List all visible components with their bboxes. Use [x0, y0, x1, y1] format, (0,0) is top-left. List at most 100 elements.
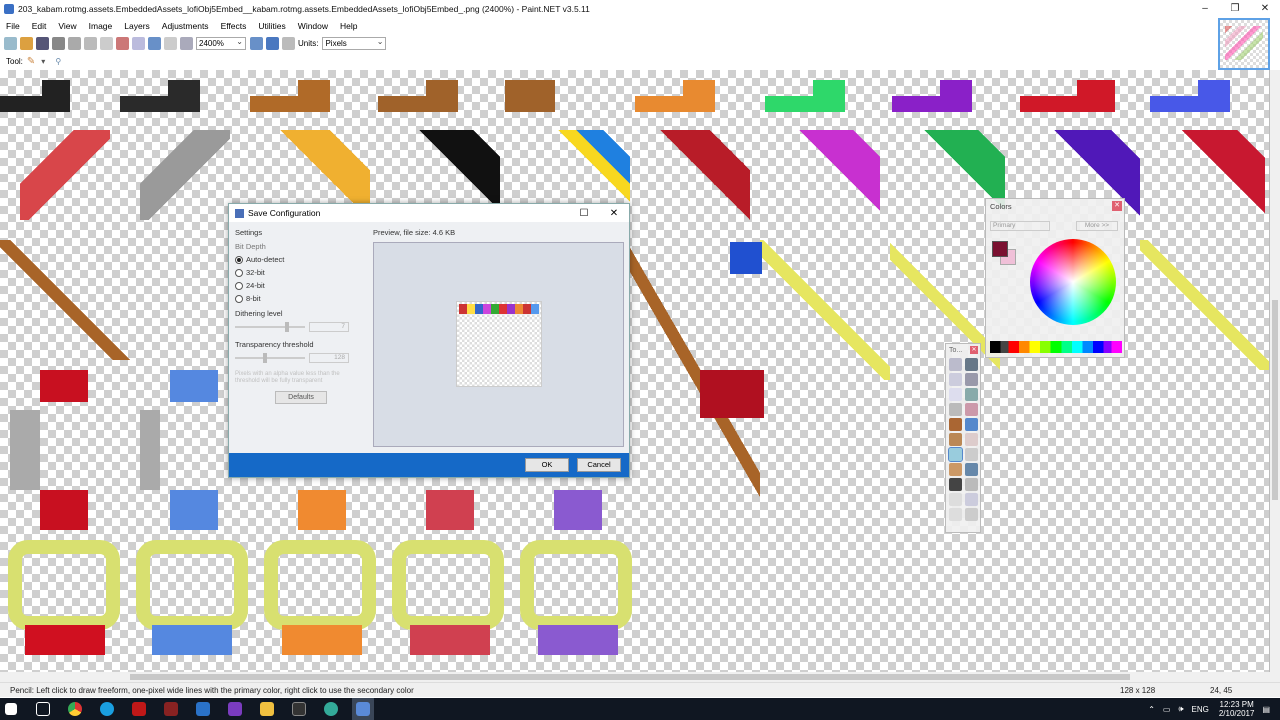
- blend-mode-icon[interactable]: ⚲: [55, 57, 61, 66]
- paint-net-taskbar-icon[interactable]: [352, 698, 374, 720]
- menu-view[interactable]: View: [52, 21, 82, 31]
- cut-icon[interactable]: [68, 36, 81, 50]
- slider-thumb[interactable]: [285, 322, 289, 332]
- recolor-icon[interactable]: [949, 463, 962, 476]
- chrome-icon[interactable]: [64, 698, 86, 720]
- zoom-out-icon[interactable]: [180, 36, 193, 50]
- color-palette[interactable]: [990, 341, 1122, 353]
- visual-studio-icon[interactable]: [224, 698, 246, 720]
- ruler-icon[interactable]: [282, 36, 295, 50]
- line-icon[interactable]: [965, 478, 978, 491]
- notifications-icon[interactable]: ▤: [1262, 705, 1270, 714]
- defaults-button[interactable]: Defaults: [275, 391, 327, 404]
- clone-stamp-icon[interactable]: [965, 448, 978, 461]
- print-icon[interactable]: [52, 36, 65, 50]
- maximize-icon[interactable]: ☐: [569, 208, 599, 219]
- eraser-icon[interactable]: [965, 433, 978, 446]
- paintbrush-icon[interactable]: [949, 433, 962, 446]
- file-explorer-icon[interactable]: [256, 698, 278, 720]
- flash-icon[interactable]: [128, 698, 150, 720]
- image-thumbnail[interactable]: [1218, 18, 1270, 70]
- gradient-icon[interactable]: [965, 418, 978, 431]
- menu-layers[interactable]: Layers: [118, 21, 156, 31]
- chevron-down-icon[interactable]: ▾: [41, 57, 45, 66]
- start-button[interactable]: [0, 698, 22, 720]
- zoom-combobox[interactable]: 2400%: [196, 36, 246, 50]
- game-icon[interactable]: [160, 698, 182, 720]
- zoom-in-icon[interactable]: [250, 36, 263, 50]
- open-icon[interactable]: [20, 36, 33, 50]
- close-button[interactable]: ✕: [1250, 0, 1280, 18]
- slider-thumb[interactable]: [263, 353, 267, 363]
- minimize-button[interactable]: –: [1190, 0, 1220, 18]
- menu-effects[interactable]: Effects: [215, 21, 253, 31]
- pan-icon[interactable]: [965, 403, 978, 416]
- scrollbar-thumb[interactable]: [130, 674, 1130, 680]
- close-icon[interactable]: ✕: [1112, 201, 1122, 211]
- primary-select[interactable]: Primary: [990, 221, 1050, 231]
- store-icon[interactable]: [192, 698, 214, 720]
- app-icon[interactable]: [320, 698, 342, 720]
- magic-wand-icon[interactable]: [949, 403, 962, 416]
- freeform-shape-icon[interactable]: [965, 508, 978, 521]
- close-icon[interactable]: ✕: [599, 208, 629, 219]
- language-indicator[interactable]: ENG: [1192, 705, 1209, 714]
- clock[interactable]: 12:23 PM 2/10/2017: [1219, 700, 1255, 718]
- paste-icon[interactable]: [100, 36, 113, 50]
- redo-icon[interactable]: [164, 36, 177, 50]
- paint-bucket-icon[interactable]: [949, 418, 962, 431]
- dithering-slider[interactable]: 7: [235, 322, 365, 332]
- transparency-value[interactable]: 128: [309, 353, 349, 363]
- menu-edit[interactable]: Edit: [26, 21, 53, 31]
- cancel-button[interactable]: Cancel: [577, 458, 621, 472]
- image-canvas[interactable]: [0, 70, 1270, 682]
- vertical-scrollbar[interactable]: [1270, 70, 1280, 682]
- new-icon[interactable]: [4, 36, 17, 50]
- network-icon[interactable]: ▭: [1163, 705, 1171, 714]
- terminal-icon[interactable]: [288, 698, 310, 720]
- deselect-icon[interactable]: [132, 36, 145, 50]
- menu-help[interactable]: Help: [334, 21, 363, 31]
- pencil-icon[interactable]: ✎: [27, 56, 35, 67]
- radio-32-bit[interactable]: 32-bit: [235, 268, 365, 277]
- scrollbar-thumb[interactable]: [1272, 300, 1278, 500]
- save-icon[interactable]: [36, 36, 49, 50]
- menu-file[interactable]: File: [0, 21, 26, 31]
- transparency-slider[interactable]: 128: [235, 353, 365, 363]
- crop-icon[interactable]: [116, 36, 129, 50]
- ellipse-icon[interactable]: [949, 508, 962, 521]
- zoom-icon[interactable]: [965, 388, 978, 401]
- color-wheel[interactable]: [1030, 239, 1116, 325]
- more-button[interactable]: More >>: [1076, 221, 1118, 231]
- menu-utilities[interactable]: Utilities: [252, 21, 291, 31]
- pencil-tool-icon[interactable]: [948, 447, 963, 462]
- ok-button[interactable]: OK: [525, 458, 569, 472]
- copy-icon[interactable]: [84, 36, 97, 50]
- move-selection-icon[interactable]: [965, 373, 978, 386]
- rectangle-icon[interactable]: [949, 493, 962, 506]
- rounded-rect-icon[interactable]: [965, 493, 978, 506]
- text-icon[interactable]: [949, 478, 962, 491]
- menu-adjustments[interactable]: Adjustments: [156, 21, 215, 31]
- chevron-up-icon[interactable]: ⌃: [1148, 705, 1155, 714]
- maximize-button[interactable]: ❐: [1220, 0, 1250, 18]
- radio-24-bit[interactable]: 24-bit: [235, 281, 365, 290]
- close-icon[interactable]: ✕: [970, 346, 978, 354]
- rect-select-icon[interactable]: [949, 358, 962, 371]
- radio-auto-detect[interactable]: Auto-detect: [235, 255, 365, 264]
- radio-8-bit[interactable]: 8-bit: [235, 294, 365, 303]
- menu-image[interactable]: Image: [83, 21, 119, 31]
- skype-icon[interactable]: [96, 698, 118, 720]
- volume-icon[interactable]: 🕪: [1178, 704, 1183, 714]
- move-icon[interactable]: [965, 358, 978, 371]
- lasso-icon[interactable]: [949, 373, 962, 386]
- dithering-value[interactable]: 7: [309, 322, 349, 332]
- undo-icon[interactable]: [148, 36, 161, 50]
- grid-icon[interactable]: [266, 36, 279, 50]
- ellipse-select-icon[interactable]: [949, 388, 962, 401]
- horizontal-scrollbar[interactable]: [0, 672, 1270, 682]
- color-picker-icon[interactable]: [965, 463, 978, 476]
- task-view-icon[interactable]: [32, 698, 54, 720]
- units-select[interactable]: Pixels: [322, 36, 387, 50]
- primary-color-swatch[interactable]: [992, 241, 1008, 257]
